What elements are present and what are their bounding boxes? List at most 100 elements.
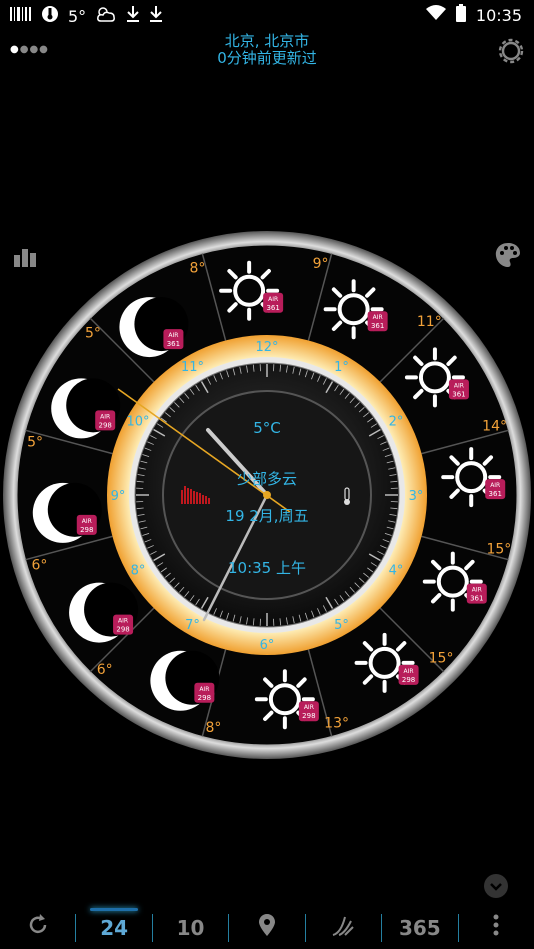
air-quality-value: 361 <box>266 304 279 312</box>
air-quality-label: AIR <box>454 382 464 389</box>
hourly-temperature: 15° <box>486 542 511 558</box>
chevron-down-icon[interactable] <box>484 874 508 898</box>
air-quality-value: 361 <box>452 390 465 398</box>
more-vert-icon <box>493 914 499 941</box>
air-quality-badge: AIR361 <box>466 583 487 604</box>
refresh-button[interactable] <box>0 906 75 949</box>
air-quality-badge: AIR298 <box>113 614 134 635</box>
hour-label: 3° <box>409 489 424 504</box>
precip-bar <box>181 490 183 504</box>
tab-365-days[interactable]: 365 <box>382 906 457 949</box>
hour-label: 10° <box>126 415 149 430</box>
air-quality-value: 361 <box>371 322 384 330</box>
air-quality-label: AIR <box>490 482 500 489</box>
more-menu-button[interactable] <box>459 906 534 949</box>
location-pin-icon <box>258 913 276 942</box>
precip-bar <box>205 496 207 504</box>
status-icons: 5° <box>10 5 163 27</box>
hourly-temperature: 8° <box>189 260 205 276</box>
status-right: 10:35 <box>425 4 522 26</box>
air-quality-badge: AIR361 <box>163 329 184 350</box>
air-quality-badge: AIR361 <box>448 379 469 400</box>
air-quality-value: 298 <box>80 526 93 534</box>
hourly-temperature: 5° <box>85 326 101 342</box>
hourly-temperature: 5° <box>27 434 43 450</box>
precip-bar <box>187 488 189 504</box>
wifi-icon <box>425 5 446 25</box>
precip-bar <box>202 495 204 504</box>
air-quality-badge: AIR361 <box>485 479 506 500</box>
air-quality-value: 298 <box>198 694 211 702</box>
hour-label: 6° <box>260 638 275 653</box>
tab-10-days[interactable]: 10 <box>153 906 228 949</box>
hour-label: 12° <box>255 340 278 355</box>
air-quality-badge: AIR298 <box>298 701 319 722</box>
update-status: 0分钟前更新过 <box>217 49 317 67</box>
hour-label: 5° <box>334 618 349 633</box>
hour-label: 4° <box>389 564 404 579</box>
location-button[interactable] <box>229 906 304 949</box>
air-quality-value: 298 <box>302 712 315 720</box>
hour-label: 2° <box>389 415 404 430</box>
weather-clock[interactable]: AIR 361 AIR 361 AIR 361 AIR 361 AIR 298 AIR 298 AIR 2… <box>0 228 534 762</box>
precip-bar <box>196 492 198 504</box>
air-quality-label: AIR <box>199 686 209 693</box>
time-label: 10:35 上午 <box>228 559 306 577</box>
barcode-icon <box>10 6 32 26</box>
air-quality-value: 361 <box>167 340 180 348</box>
air-quality-label: AIR <box>373 314 383 321</box>
air-quality-value: 361 <box>489 490 502 498</box>
download-icon <box>149 5 163 27</box>
location-header[interactable]: 北京, 北京市 0分钟前更新过 <box>0 33 534 67</box>
gear-icon[interactable] <box>497 37 525 65</box>
precip-bar <box>199 493 201 504</box>
hourly-temperature: 6° <box>31 558 47 574</box>
hour-label: 1° <box>334 360 349 375</box>
hour-label: 9° <box>111 489 126 504</box>
location-name: 北京, 北京市 <box>224 32 310 50</box>
cloud-sun-icon <box>95 5 117 27</box>
air-quality-value: 298 <box>116 626 129 634</box>
hourly-temperature: 13° <box>324 716 349 732</box>
hourly-temperature: 15° <box>429 650 454 666</box>
hourly-temperature: 9° <box>313 256 329 272</box>
air-quality-label: AIR <box>100 413 110 420</box>
status-temperature: 5° <box>68 6 87 26</box>
air-quality-value: 361 <box>470 595 483 603</box>
air-quality-badge: AIR298 <box>194 682 215 703</box>
current-temperature: 5°C <box>253 419 281 437</box>
air-quality-label: AIR <box>82 518 92 525</box>
weather-condition: 少部多云 <box>236 470 297 488</box>
bottom-toolbar: 24 10 365 <box>0 906 534 949</box>
thermometer-icon <box>41 5 59 27</box>
hour-label: 8° <box>131 564 146 579</box>
precip-bar <box>190 489 192 504</box>
air-quality-badge: AIR298 <box>398 664 419 685</box>
hourly-temperature: 11° <box>417 314 442 330</box>
hour-label: 11° <box>181 360 204 375</box>
air-quality-label: AIR <box>304 704 314 711</box>
trend-icon <box>331 913 355 942</box>
air-quality-badge: AIR298 <box>95 410 116 431</box>
status-bar: 5° 10:35 <box>0 0 534 30</box>
status-time: 10:35 <box>475 5 522 25</box>
air-quality-badge: AIR298 <box>76 514 97 535</box>
air-quality-badge: AIR361 <box>367 311 388 332</box>
precip-bar <box>208 498 210 504</box>
tab-24-hours[interactable]: 24 <box>76 906 151 949</box>
download-icon <box>126 5 140 27</box>
trend-button[interactable] <box>306 906 381 949</box>
hourly-temperature: 6° <box>97 662 113 678</box>
hourly-temperature: 14° <box>482 418 507 434</box>
hourly-temperature: 8° <box>206 720 222 736</box>
air-quality-label: AIR <box>168 332 178 339</box>
air-quality-label: AIR <box>404 668 414 675</box>
air-quality-label: AIR <box>268 296 278 303</box>
precip-bar <box>184 486 186 504</box>
air-quality-label: AIR <box>472 587 482 594</box>
air-quality-label: AIR <box>118 618 128 625</box>
air-quality-value: 298 <box>99 421 112 429</box>
date-label: 19 2月,周五 <box>225 507 309 525</box>
battery-icon <box>455 4 466 26</box>
hour-label: 7° <box>185 618 200 633</box>
